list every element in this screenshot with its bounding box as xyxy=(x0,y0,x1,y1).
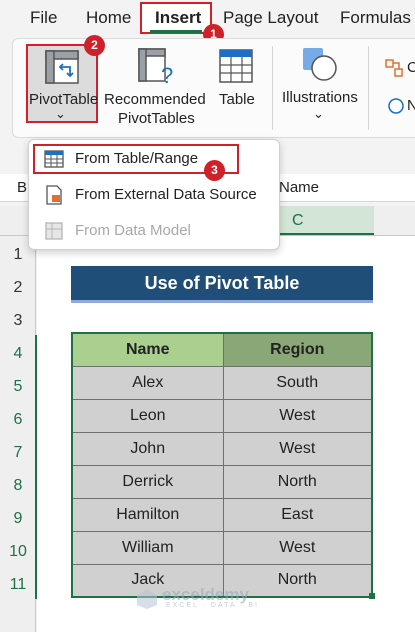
cell-name[interactable]: John xyxy=(71,431,224,466)
pivottable-dropdown-menu: From Table/Range From External Data Sour… xyxy=(28,139,280,250)
data-table[interactable]: Name Region Alex South Leon West John We… xyxy=(71,332,373,598)
ribbon-separator xyxy=(272,46,273,130)
cell-region[interactable]: North xyxy=(222,464,373,499)
table-row: Derrick North xyxy=(71,464,373,499)
step-badge-2: 2 xyxy=(84,35,105,56)
column-c-label: C xyxy=(292,212,304,229)
cell-region[interactable]: South xyxy=(222,365,373,400)
row-number[interactable]: 9 xyxy=(0,510,36,528)
tab-home[interactable]: Home xyxy=(86,8,131,28)
header-name[interactable]: Name xyxy=(71,332,224,367)
table-row: John West xyxy=(71,431,373,466)
ribbon-separator-2 xyxy=(368,46,369,130)
insert-tab-underline xyxy=(150,30,202,33)
pivottable-icon xyxy=(45,50,79,84)
row-number[interactable]: 5 xyxy=(0,378,36,396)
ribbon-tab-bar: File Home Insert Page Layout Formulas 1 xyxy=(0,0,415,45)
table-row: Hamilton East xyxy=(71,497,373,532)
name-box[interactable]: B xyxy=(17,179,27,196)
step-badge-3: 3 xyxy=(204,160,225,181)
tab-insert[interactable]: Insert xyxy=(155,8,201,28)
watermark-tagline: EXCEL · DATA · BI xyxy=(166,602,259,609)
recommended-pivottables-label-1[interactable]: Recommended xyxy=(104,90,206,109)
tab-formulas[interactable]: Formulas xyxy=(340,8,411,28)
exceldemy-watermark: exceldemy EXCEL · DATA · BI xyxy=(136,584,296,614)
menu-item-label: From Table/Range xyxy=(75,150,199,167)
row-number[interactable]: 2 xyxy=(0,279,36,297)
cell-region[interactable]: West xyxy=(222,530,373,565)
row-number[interactable]: 7 xyxy=(0,444,36,462)
formula-bar-content[interactable]: Name xyxy=(279,179,319,196)
header-region[interactable]: Region xyxy=(222,332,373,367)
row-number[interactable]: 8 xyxy=(0,477,36,495)
svg-text:?: ? xyxy=(161,63,173,87)
data-model-icon xyxy=(45,222,63,240)
cell-name[interactable]: Alex xyxy=(71,365,224,400)
table-range-icon xyxy=(44,150,64,168)
pivottable-chevron-icon[interactable]: ⌄ xyxy=(55,104,66,123)
table-row: Leon West xyxy=(71,398,373,433)
cell-region[interactable]: West xyxy=(222,431,373,466)
tab-file[interactable]: File xyxy=(30,8,57,28)
title-underline xyxy=(71,300,373,303)
shapes-icon[interactable] xyxy=(384,58,404,78)
ribbon-edge-label-1: C xyxy=(407,59,415,76)
row-number[interactable]: 6 xyxy=(0,411,36,429)
row-header-bar: 1 2 3 4 5 6 7 8 9 10 11 xyxy=(0,236,37,632)
cell-name[interactable]: Derrick xyxy=(71,464,224,499)
cell-region[interactable]: West xyxy=(222,398,373,433)
cell-name[interactable]: Hamilton xyxy=(71,497,224,532)
table-row: Alex South xyxy=(71,365,373,400)
cell-region[interactable]: East xyxy=(222,497,373,532)
ribbon-edge-label-2: N xyxy=(407,97,415,114)
table-header-row: Name Region xyxy=(71,332,373,367)
table-button[interactable]: Table xyxy=(219,90,255,109)
table-icon xyxy=(219,49,253,83)
cell-name[interactable]: Leon xyxy=(71,398,224,433)
sheet-title: Use of Pivot Table xyxy=(71,266,373,300)
smartart-icon[interactable] xyxy=(386,96,406,116)
table-row: William West xyxy=(71,530,373,565)
cell-name[interactable]: William xyxy=(71,530,224,565)
menu-item-from-external-data-source[interactable]: From External Data Source xyxy=(29,178,281,212)
row-number[interactable]: 11 xyxy=(0,576,36,594)
menu-item-label: From External Data Source xyxy=(75,186,257,203)
exceldemy-logo-icon xyxy=(137,589,157,609)
recommended-pivottables-label-2[interactable]: PivotTables xyxy=(118,109,195,128)
row-number[interactable]: 10 xyxy=(0,543,36,561)
tab-page-layout[interactable]: Page Layout xyxy=(223,8,318,28)
row-number[interactable]: 3 xyxy=(0,312,36,330)
row-selection-marker xyxy=(35,335,37,599)
illustrations-icon xyxy=(303,48,337,81)
recommended-pivottables-icon: ? xyxy=(138,48,173,87)
row-number[interactable]: 4 xyxy=(0,345,36,363)
illustrations-chevron-icon[interactable]: ⌄ xyxy=(313,104,324,123)
selection-fill-handle[interactable] xyxy=(369,593,375,599)
external-data-icon xyxy=(46,185,62,205)
menu-item-label: From Data Model xyxy=(75,222,191,239)
menu-item-from-table-range[interactable]: From Table/Range xyxy=(29,142,281,176)
menu-item-from-data-model: From Data Model xyxy=(29,214,281,248)
